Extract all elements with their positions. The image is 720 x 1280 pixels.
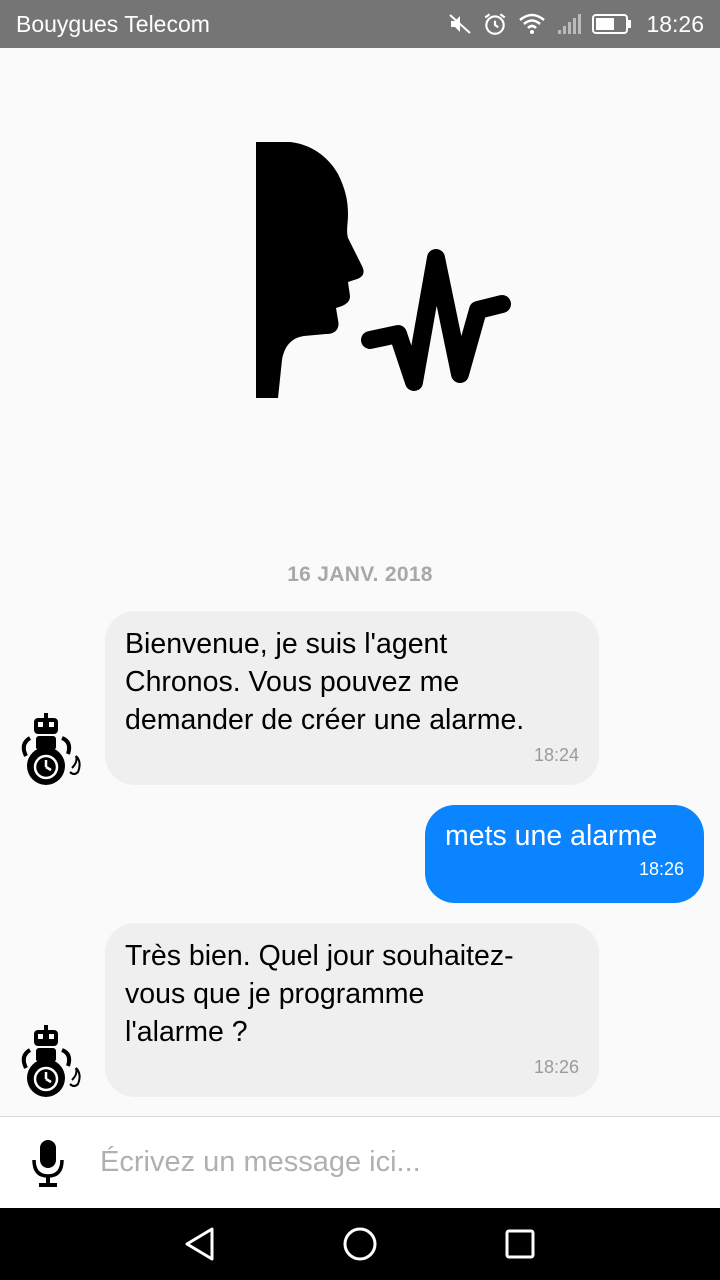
hero-area xyxy=(0,48,720,548)
speaking-head-logo xyxy=(256,142,511,398)
microphone-button[interactable] xyxy=(26,1135,70,1191)
status-bar: Bouygues Telecom 18:26 xyxy=(0,0,720,48)
message-time: 18:26 xyxy=(533,1057,579,1077)
message-input[interactable] xyxy=(100,1146,660,1179)
signal-icon xyxy=(558,14,582,34)
message-text: Bienvenue, je suis l'agent Chronos. Vous… xyxy=(125,628,525,736)
home-circle-icon xyxy=(343,1227,377,1261)
date-separator: 16 JANV. 2018 xyxy=(287,563,433,586)
carrier-name: Bouygues Telecom xyxy=(16,10,210,37)
status-time: 18:26 xyxy=(646,10,704,37)
recents-square-icon xyxy=(505,1229,535,1259)
wifi-icon xyxy=(519,13,546,34)
bot-message-bubble: Bienvenue, je suis l'agent Chronos. Vous… xyxy=(105,611,599,785)
battery-icon xyxy=(592,14,632,34)
bot-message-bubble: Très bien. Quel jour souhaitez- vous que… xyxy=(105,923,599,1097)
mute-icon xyxy=(449,14,472,34)
back-triangle-icon xyxy=(185,1227,214,1261)
navigation-bar xyxy=(0,1208,720,1280)
message-time: 18:26 xyxy=(638,859,684,879)
message-composer xyxy=(0,1116,720,1208)
back-button[interactable] xyxy=(170,1214,230,1274)
home-button[interactable] xyxy=(330,1214,390,1274)
microphone-icon xyxy=(32,1139,64,1187)
message-text: mets une alarme xyxy=(445,820,658,852)
user-message-bubble: mets une alarme 18:26 xyxy=(425,805,704,903)
message-text: Très bien. Quel jour souhaitez- vous que… xyxy=(125,940,514,1048)
alarm-icon xyxy=(485,13,506,35)
status-icons: 18:26 xyxy=(448,11,704,38)
robot-avatar-icon xyxy=(21,713,81,785)
robot-avatar-icon xyxy=(21,1025,81,1097)
message-time: 18:24 xyxy=(533,745,579,765)
recents-button[interactable] xyxy=(490,1214,550,1274)
